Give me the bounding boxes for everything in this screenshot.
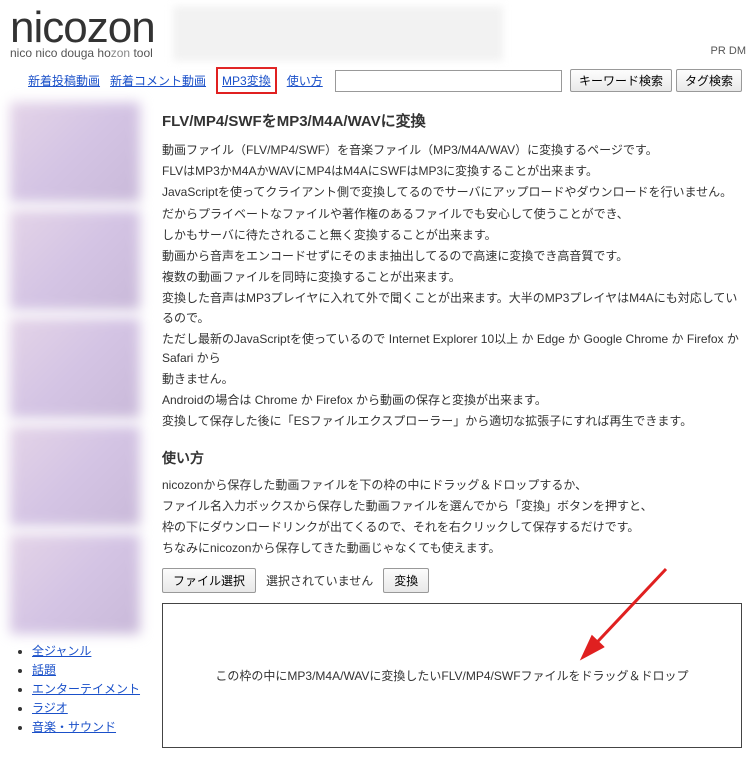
ad-banner[interactable] (173, 6, 503, 61)
nav-link-new-comments[interactable]: 新着コメント動画 (110, 72, 206, 89)
list-item: ラジオ (32, 699, 150, 716)
howto-line: ちなみにnicozonから保存してきた動画じゃなくても使えます。 (162, 539, 742, 558)
desc-line: 変換して保存した後に「ESファイルエクスプローラー」から適切な拡張子にすれば再生… (162, 412, 742, 431)
main-content: FLV/MP4/SWFをMP3/M4A/WAVに変換 動画ファイル（FLV/MP… (150, 102, 750, 758)
sidebar-thumb[interactable] (10, 534, 140, 634)
convert-button[interactable]: 変換 (383, 568, 429, 593)
pr-label: PR DM (711, 45, 746, 57)
file-select-button[interactable]: ファイル選択 (162, 568, 256, 593)
desc-line: 動きません。 (162, 370, 742, 389)
tag-search-button[interactable]: タグ検索 (676, 69, 742, 92)
sidebar-thumb[interactable] (10, 318, 140, 418)
nav-bar: 新着投稿動画 新着コメント動画 MP3変換 使い方 キーワード検索 タグ検索 (0, 61, 750, 102)
sidebar: 全ジャンル 話題 エンターテイメント ラジオ 音楽・サウンド (0, 102, 150, 758)
nav-link-howto[interactable]: 使い方 (287, 72, 323, 89)
desc-line: 動画から音声をエンコードせずにそのまま抽出してるので高速に変換でき高音質です。 (162, 247, 742, 266)
desc-line: JavaScriptを使ってクライアント側で変換してるのでサーバにアップロードや… (162, 183, 742, 202)
sidebar-thumb[interactable] (10, 210, 140, 310)
body: 全ジャンル 話題 エンターテイメント ラジオ 音楽・サウンド FLV/MP4/S… (0, 102, 750, 758)
howto-line: ファイル名入力ボックスから保存した動画ファイルを選んでから「変換」ボタンを押すと… (162, 497, 742, 516)
desc-line: 複数の動画ファイルを同時に変換することが出来ます。 (162, 268, 742, 287)
file-status-text: 選択されていません (266, 572, 373, 589)
sidebar-link-all-genre[interactable]: 全ジャンル (32, 644, 91, 658)
search-buttons: キーワード検索 タグ検索 (570, 69, 742, 92)
file-controls: ファイル選択 選択されていません 変換 (162, 568, 742, 593)
logo[interactable]: nicozon nico nico douga hozon tool (10, 6, 155, 60)
howto-line: nicozonから保存した動画ファイルを下の枠の中にドラッグ＆ドロップするか、 (162, 476, 742, 495)
list-item: 音楽・サウンド (32, 718, 150, 735)
sidebar-thumb[interactable] (10, 102, 140, 202)
list-item: 話題 (32, 661, 150, 678)
sidebar-link-entertainment[interactable]: エンターテイメント (32, 682, 140, 696)
howto-line: 枠の下にダウンロードリンクが出てくるので、それを右クリックして保存するだけです。 (162, 518, 742, 537)
desc-line: ただし最新のJavaScriptを使っているので Internet Explor… (162, 330, 742, 368)
dropzone[interactable]: この枠の中にMP3/M4A/WAVに変換したいFLV/MP4/SWFファイルをド… (162, 603, 742, 748)
desc-line: 変換した音声はMP3プレイヤに入れて外で聞くことが出来ます。大半のMP3プレイヤ… (162, 289, 742, 327)
howto-title: 使い方 (162, 448, 742, 468)
desc-line: FLVはMP3かM4AかWAVにMP4はM4AにSWFはMP3に変換することが出… (162, 162, 742, 181)
nav-link-mp3-convert[interactable]: MP3変換 (216, 67, 277, 94)
sidebar-thumb[interactable] (10, 426, 140, 526)
sidebar-link-music[interactable]: 音楽・サウンド (32, 720, 116, 734)
desc-line: だからプライベートなファイルや著作権のあるファイルでも安心して使うことができ、 (162, 205, 742, 224)
header: nicozon nico nico douga hozon tool PR DM (0, 0, 750, 61)
logo-main-text: nicozon (10, 6, 155, 50)
nav-link-new-posts[interactable]: 新着投稿動画 (28, 72, 100, 89)
sidebar-link-topic[interactable]: 話題 (32, 663, 56, 677)
search-box (335, 70, 562, 92)
page-title: FLV/MP4/SWFをMP3/M4A/WAVに変換 (162, 110, 742, 131)
desc-line: Androidの場合は Chrome か Firefox から動画の保存と変換が… (162, 391, 742, 410)
list-item: エンターテイメント (32, 680, 150, 697)
nav-links: 新着投稿動画 新着コメント動画 MP3変換 使い方 (28, 67, 323, 94)
search-input[interactable] (335, 70, 562, 92)
dropzone-text: この枠の中にMP3/M4A/WAVに変換したいFLV/MP4/SWFファイルをド… (215, 667, 688, 684)
keyword-search-button[interactable]: キーワード検索 (570, 69, 672, 92)
sidebar-category-list: 全ジャンル 話題 エンターテイメント ラジオ 音楽・サウンド (10, 642, 150, 735)
sidebar-link-radio[interactable]: ラジオ (32, 701, 68, 715)
desc-line: 動画ファイル（FLV/MP4/SWF）を音楽ファイル（MP3/M4A/WAV）に… (162, 141, 742, 160)
logo-sub-text: nico nico douga hozon tool (10, 46, 155, 60)
list-item: 全ジャンル (32, 642, 150, 659)
desc-line: しかもサーバに待たされること無く変換することが出来ます。 (162, 226, 742, 245)
